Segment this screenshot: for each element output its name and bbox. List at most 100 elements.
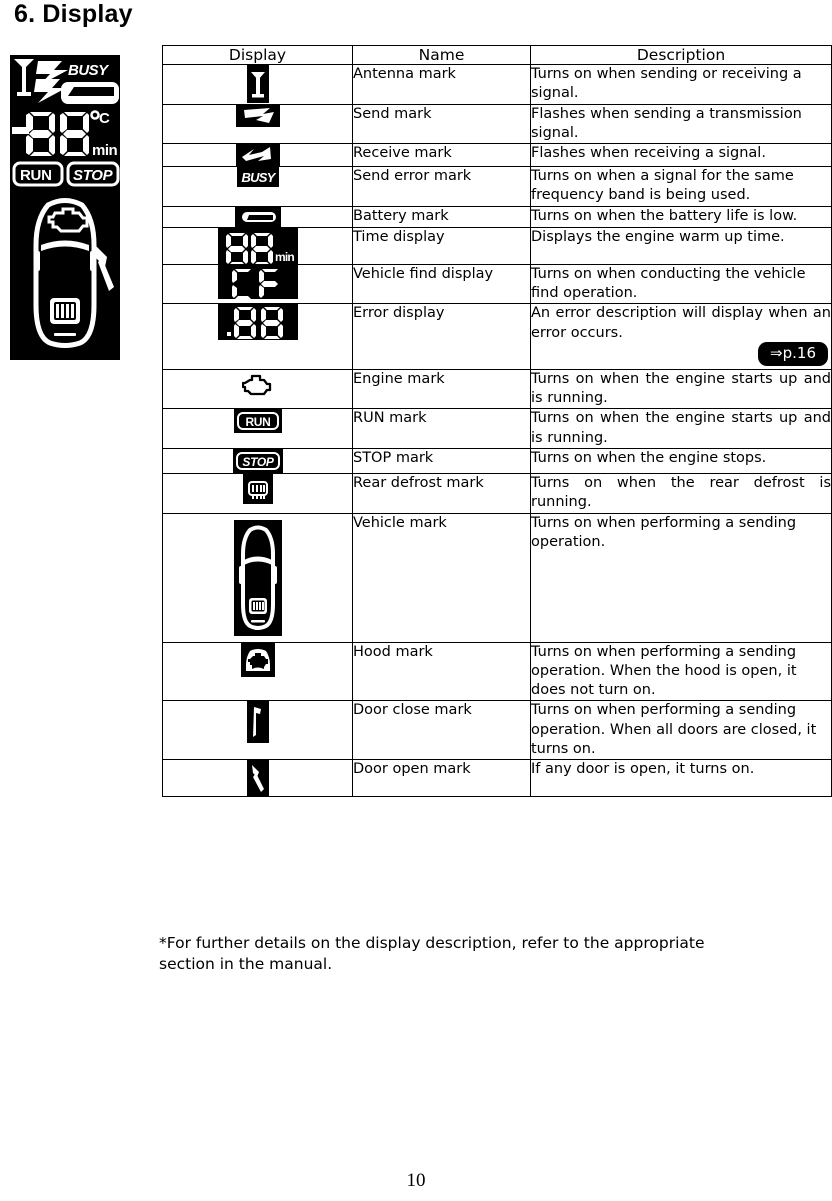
stop-mark-icon-cell: STOP (162, 447, 353, 474)
table-row: Vehicle mark Turns on when performing a … (162, 512, 832, 643)
error-display-icon-cell (162, 303, 353, 370)
row-name: Engine mark (352, 368, 531, 410)
receive-mark-icon-cell (162, 143, 353, 168)
page-title: 6. Display (14, 0, 133, 28)
door-close-mark-icon (246, 701, 269, 744)
row-name: Antenna mark (352, 64, 531, 105)
row-name: Battery mark (352, 205, 531, 228)
table-row: Error display An error description will … (162, 303, 832, 370)
busy-label: BUSY (241, 170, 276, 185)
lcd-battery-icon (61, 82, 119, 104)
antenna-mark-icon (246, 65, 269, 103)
stop-label: STOP (242, 455, 275, 469)
lcd-busy-label: BUSY (68, 62, 110, 79)
row-description-cell: An error description will display when a… (530, 303, 832, 370)
row-description: Turns on when performing a sending opera… (530, 700, 832, 761)
row-name: Vehicle find display (352, 263, 531, 305)
row-description: If any door is open, it turns on. (530, 759, 832, 798)
row-description: Displays the engine warm up time. (530, 226, 832, 265)
footnote-text: *For further details on the display desc… (159, 934, 705, 973)
column-header-display: Display (162, 45, 353, 65)
row-description: Turns on when conducting the vehicle fin… (530, 263, 832, 305)
run-mark-icon-cell: RUN (162, 408, 353, 449)
row-description: Flashes when sending a transmission sign… (530, 103, 832, 145)
svg-text:STOP: STOP (73, 167, 114, 184)
time-display-icon: min (217, 227, 298, 265)
stop-mark-icon: STOP (232, 448, 283, 473)
row-name: Door close mark (352, 700, 531, 761)
row-description: Turns on when the engine starts up and i… (530, 368, 832, 410)
row-name: Receive mark (352, 143, 531, 168)
battery-mark-icon-cell (162, 205, 353, 228)
row-description: Turns on when the rear defrost is runnin… (530, 472, 832, 514)
row-name: STOP mark (352, 447, 531, 474)
rear-defrost-mark-icon-cell (162, 472, 353, 514)
table-row: Vehicle find display Turns on when condu… (162, 263, 832, 305)
row-name: Rear defrost mark (352, 472, 531, 514)
send-error-mark-icon-cell: BUSY (162, 166, 353, 207)
row-description: Turns on when the battery life is low. (530, 205, 832, 228)
time-display-icon-cell: min (162, 226, 353, 265)
lcd-stop-icon: STOP (66, 161, 120, 187)
table-row: STOP STOP mark Turns on when the engine … (162, 447, 832, 474)
hood-mark-icon (240, 642, 275, 677)
send-mark-icon (235, 104, 280, 127)
vehicle-find-display-icon (217, 264, 298, 299)
lcd-min-label: min (92, 142, 118, 159)
column-header-name: Name (352, 45, 531, 65)
table-header-row: Display Name Description (162, 45, 832, 65)
door-open-mark-icon-cell (162, 759, 353, 798)
row-description: Turns on when performing a sending opera… (530, 641, 832, 702)
row-name: Door open mark (352, 759, 531, 798)
table-row: Door open mark If any door is open, it t… (162, 759, 832, 798)
run-mark-icon: RUN (233, 409, 282, 434)
error-display-icon (217, 304, 298, 341)
row-name: RUN mark (352, 408, 531, 449)
row-description: Turns on when performing a sending opera… (530, 512, 832, 643)
engine-mark-icon (241, 369, 274, 400)
column-header-description: Description (530, 45, 832, 65)
table-row: Send mark Flashes when sending a transmi… (162, 103, 832, 145)
table-row: Battery mark Turns on when the battery l… (162, 205, 832, 228)
min-label: min (275, 250, 294, 264)
row-name: Send error mark (352, 166, 531, 207)
row-name: Hood mark (352, 641, 531, 702)
table-row: Engine mark Turns on when the engine sta… (162, 368, 832, 410)
door-close-mark-icon-cell (162, 700, 353, 761)
row-name: Time display (352, 226, 531, 265)
table-row: Receive mark Flashes when receiving a si… (162, 143, 832, 168)
page-reference-badge[interactable]: ⇒p.16 (758, 342, 828, 366)
table-row: RUN RUN mark Turns on when the engine st… (162, 408, 832, 449)
run-label: RUN (245, 415, 270, 429)
hood-mark-icon-cell (162, 641, 353, 702)
display-legend-table: Display Name Description Antenna mark Tu… (162, 45, 832, 798)
engine-mark-icon-cell (162, 368, 353, 410)
svg-text:C: C (99, 110, 110, 127)
page-number: 10 (406, 1170, 426, 1191)
vehicle-mark-icon-cell (162, 512, 353, 643)
table-row: BUSY Send error mark Turns on when a sig… (162, 166, 832, 207)
row-name: Error display (352, 303, 531, 370)
row-description: An error description will display when a… (531, 305, 831, 341)
send-error-mark-icon: BUSY (236, 167, 279, 188)
table-row: Rear defrost mark Turns on when the rear… (162, 472, 832, 514)
table-row: Hood mark Turns on when performing a sen… (162, 641, 832, 702)
table-row: Door close mark Turns on when performing… (162, 700, 832, 761)
door-open-mark-icon (246, 760, 269, 797)
vehicle-find-display-icon-cell (162, 263, 353, 305)
table-row: min Time display Displays the engine war… (162, 226, 832, 265)
lcd-display-illustration: BUSY C min RUN STOP (10, 55, 120, 360)
row-description: Turns on when the engine stops. (530, 447, 832, 474)
vehicle-mark-icon (233, 519, 282, 636)
receive-mark-icon (235, 144, 280, 167)
row-description: Turns on when sending or receiving a sig… (530, 64, 832, 105)
row-description: Turns on when the engine starts up and i… (530, 408, 832, 449)
rear-defrost-mark-icon (242, 473, 273, 504)
table-row: Antenna mark Turns on when sending or re… (162, 64, 832, 105)
row-description: Flashes when receiving a signal. (530, 143, 832, 168)
battery-mark-icon (234, 206, 281, 227)
row-name: Send mark (352, 103, 531, 145)
row-description: Turns on when a signal for the same freq… (530, 166, 832, 207)
send-mark-icon-cell (162, 103, 353, 145)
antenna-mark-icon-cell (162, 64, 353, 105)
